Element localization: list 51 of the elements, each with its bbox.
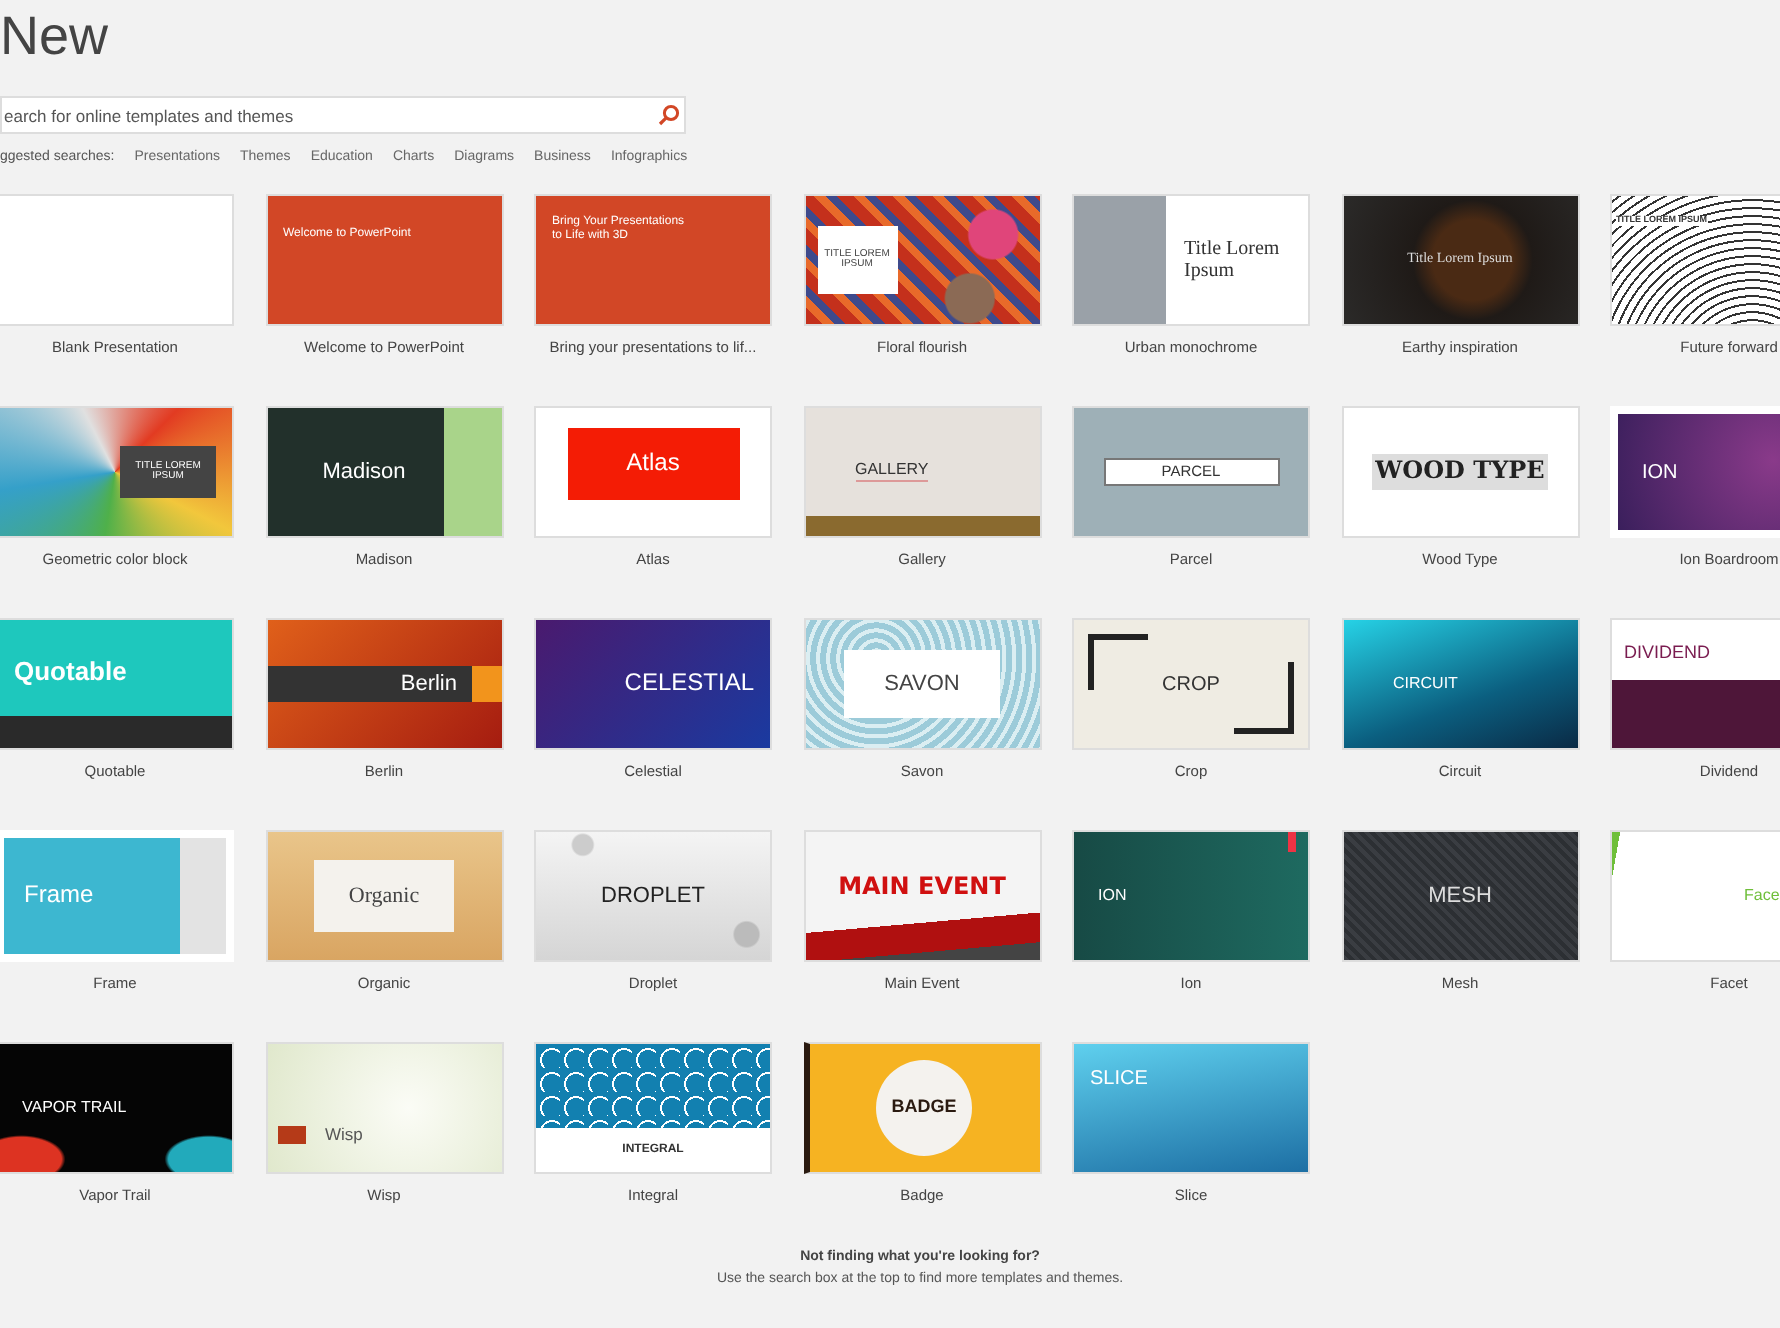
slide-title: Face: [1744, 887, 1780, 905]
slide-title: DIVIDEND: [1624, 644, 1711, 664]
slide-title: MAIN EVENT: [838, 874, 1006, 902]
template-thumbnail[interactable]: GALLERY: [803, 406, 1041, 538]
slide-title: Title Lorem Ipsum: [1184, 238, 1282, 282]
template-thumbnail[interactable]: SAVON: [803, 618, 1041, 750]
template-thumbnail[interactable]: VAPOR TRAIL: [0, 1042, 234, 1174]
slide-title: MESH: [1428, 883, 1492, 909]
slide-title: BADGE: [876, 1060, 972, 1156]
slide-title: Quotable: [14, 657, 127, 687]
template-thumbnail[interactable]: Atlas: [534, 406, 772, 538]
slide-title: ION: [1642, 461, 1678, 483]
corner-mark: [1088, 634, 1148, 690]
template-thumbnail[interactable]: BADGE: [803, 1042, 1041, 1174]
slide-title: Atlas: [567, 428, 739, 500]
accent-tab: [1288, 832, 1296, 852]
template-thumbnail[interactable]: Madison: [265, 406, 503, 538]
search-icon[interactable]: [658, 104, 680, 126]
slide-title: Frame: [24, 882, 94, 910]
template-thumbnail[interactable]: Organic: [265, 830, 503, 962]
slide-title: SAVON: [844, 650, 1000, 718]
corner-mark: [1234, 662, 1294, 734]
template-thumbnail[interactable]: ION: [1072, 830, 1310, 962]
template-thumbnail[interactable]: MAIN EVENT: [803, 830, 1041, 962]
slide-title: SLICE: [1090, 1068, 1148, 1090]
template-thumbnail[interactable]: Berlin: [265, 618, 503, 750]
template-thumbnail[interactable]: DROPLET: [534, 830, 772, 962]
template-thumbnail[interactable]: CELESTIAL: [534, 618, 772, 750]
slide-title: DROPLET: [601, 883, 705, 909]
template-thumbnail[interactable]: MESH: [1341, 830, 1579, 962]
slide-title: ION: [1098, 887, 1127, 905]
slide-title: CIRCUIT: [1393, 675, 1458, 693]
template-thumbnail[interactable]: Wisp: [265, 1042, 503, 1174]
slide-title: Organic: [314, 860, 454, 932]
slide-title: WOOD TYPE: [1371, 454, 1549, 490]
template-thumbnail[interactable]: ION: [1610, 406, 1780, 538]
template-thumbnail[interactable]: DIVIDEND: [1610, 618, 1780, 750]
slide-title: VAPOR TRAIL: [22, 1099, 127, 1117]
slide-title: Berlin: [267, 665, 501, 703]
template-thumbnail[interactable]: WOOD TYPE: [1341, 406, 1579, 538]
template-thumbnail[interactable]: CROP: [1072, 618, 1310, 750]
slide-title: CELESTIAL: [624, 670, 754, 698]
slide-title: GALLERY: [855, 462, 929, 482]
slide-title: Madison: [322, 459, 406, 485]
template-thumbnail[interactable]: [0, 194, 234, 326]
slide-title: CROP: [1162, 673, 1220, 695]
slide-title: Wisp: [277, 1125, 363, 1144]
template-thumbnail[interactable]: Title Lorem Ipsum: [1072, 194, 1310, 326]
page-title: New: [0, 4, 109, 66]
search-field[interactable]: earch for online templates and themes: [0, 96, 686, 134]
template-thumbnail[interactable]: CIRCUIT: [1341, 618, 1579, 750]
